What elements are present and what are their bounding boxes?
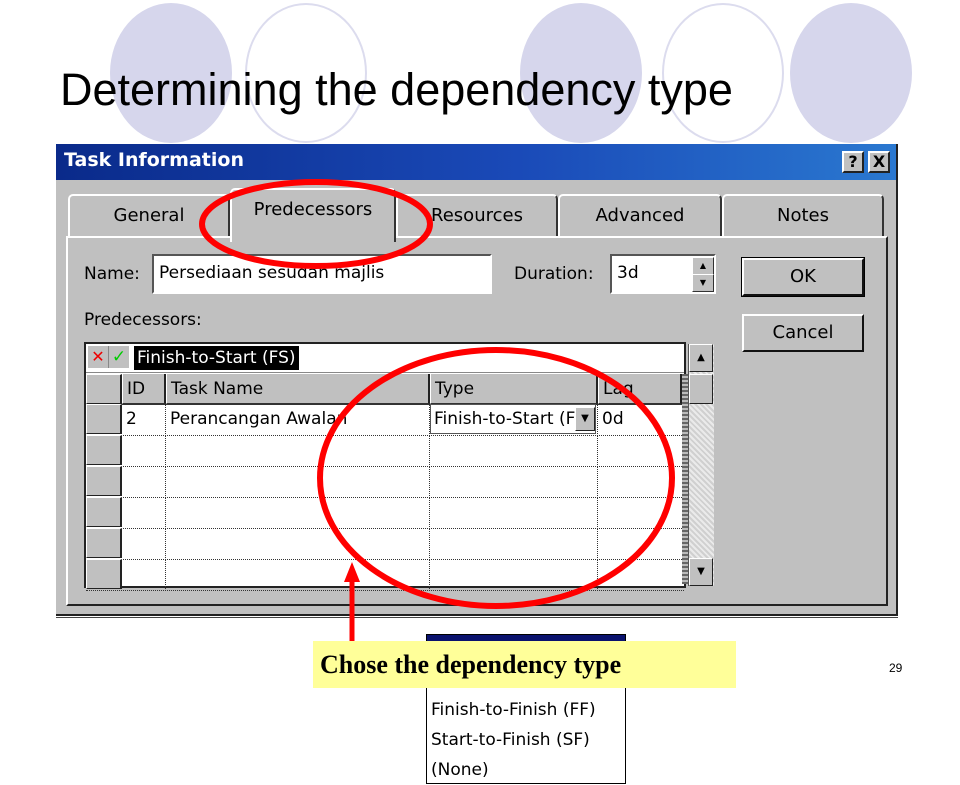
- confirm-entry-icon[interactable]: ✓: [109, 346, 129, 368]
- cell-type[interactable]: [430, 497, 598, 527]
- cell-lag[interactable]: 0d: [598, 404, 682, 434]
- dialog-title: Task Information: [64, 149, 244, 171]
- cell-task-name[interactable]: [166, 497, 430, 527]
- column-header-type[interactable]: Type: [430, 374, 598, 404]
- scroll-thumb[interactable]: [689, 374, 713, 404]
- callout-box: Chose the dependency type: [313, 641, 736, 688]
- cell-type[interactable]: Finish-to-Start (FS) ▼: [430, 404, 598, 434]
- cell-task-name[interactable]: [166, 559, 430, 589]
- table-header-row: ID Task Name Type Lag: [86, 374, 684, 405]
- divider: [56, 617, 898, 618]
- scroll-down-icon[interactable]: ▼: [689, 558, 713, 586]
- spin-up-icon[interactable]: ▲: [692, 257, 714, 275]
- table-row[interactable]: [86, 559, 684, 591]
- predecessors-label: Predecessors:: [84, 310, 202, 330]
- cell-lag[interactable]: [598, 435, 682, 465]
- cell-task-name[interactable]: [166, 435, 430, 465]
- tab-general[interactable]: General: [68, 194, 230, 238]
- spin-down-icon[interactable]: ▼: [692, 274, 714, 292]
- predecessors-table: ✕ ✓ Finish-to-Start (FS) ID Task Name Ty…: [84, 342, 714, 784]
- dropdown-option-sf[interactable]: Start-to-Finish (SF): [427, 725, 625, 755]
- cell-lag[interactable]: [598, 559, 682, 589]
- cell-id[interactable]: [122, 466, 166, 496]
- cell-id[interactable]: 2: [122, 404, 166, 434]
- slide-title: Determining the dependency type: [60, 64, 733, 115]
- entry-bar: ✕ ✓ Finish-to-Start (FS): [86, 344, 684, 373]
- column-header-task-name[interactable]: Task Name: [166, 374, 430, 404]
- type-combo-value: Finish-to-Start (FS): [434, 409, 593, 429]
- scroll-up-icon[interactable]: ▲: [689, 344, 713, 372]
- column-header-lag[interactable]: Lag: [598, 374, 682, 404]
- cell-id[interactable]: [122, 435, 166, 465]
- row-header[interactable]: [86, 497, 122, 527]
- chevron-down-icon[interactable]: ▼: [575, 407, 595, 431]
- ok-button[interactable]: OK: [741, 257, 865, 297]
- task-information-dialog: Task Information ? X General Predecessor…: [56, 144, 898, 784]
- dropdown-option-ff[interactable]: Finish-to-Finish (FF): [427, 695, 625, 725]
- duration-input[interactable]: 3d ▲ ▼: [610, 254, 716, 294]
- table-row[interactable]: [86, 497, 684, 529]
- row-header[interactable]: [86, 559, 122, 589]
- decorative-circle: [790, 3, 912, 143]
- page-number: 29: [889, 661, 903, 675]
- column-header-id[interactable]: ID: [122, 374, 166, 404]
- tab-resources[interactable]: Resources: [396, 194, 558, 238]
- cell-lag[interactable]: [598, 466, 682, 496]
- table-row[interactable]: [86, 528, 684, 560]
- vertical-scrollbar[interactable]: ▲ ▼: [688, 344, 714, 586]
- help-button[interactable]: ?: [842, 151, 864, 173]
- cell-id[interactable]: [122, 497, 166, 527]
- cell-id[interactable]: [122, 528, 166, 558]
- cell-task-name[interactable]: [166, 466, 430, 496]
- select-all-header[interactable]: [86, 374, 122, 404]
- row-header[interactable]: [86, 528, 122, 558]
- dropdown-option-none[interactable]: (None): [427, 755, 625, 785]
- cell-lag[interactable]: [598, 497, 682, 527]
- duration-label: Duration:: [514, 264, 594, 284]
- cell-type[interactable]: [430, 559, 598, 589]
- tab-predecessors[interactable]: Predecessors: [230, 188, 396, 242]
- cell-lag[interactable]: [598, 528, 682, 558]
- row-header[interactable]: [86, 404, 122, 434]
- cancel-entry-icon[interactable]: ✕: [88, 346, 109, 368]
- cell-type[interactable]: [430, 435, 598, 465]
- type-combo[interactable]: Finish-to-Start (FS) ▼: [430, 404, 596, 434]
- duration-value: 3d: [617, 263, 639, 283]
- close-button[interactable]: X: [868, 151, 890, 173]
- cell-task-name[interactable]: [166, 528, 430, 558]
- dialog-titlebar: Task Information ? X: [56, 144, 896, 180]
- name-input[interactable]: Persediaan sesudah majlis: [152, 254, 492, 294]
- cancel-button[interactable]: Cancel: [742, 314, 864, 352]
- tab-advanced[interactable]: Advanced: [558, 194, 722, 238]
- table-row[interactable]: [86, 435, 684, 467]
- entry-value[interactable]: Finish-to-Start (FS): [134, 346, 299, 370]
- cell-type[interactable]: [430, 528, 598, 558]
- cell-task-name[interactable]: Perancangan Awalan: [166, 404, 430, 434]
- table-row[interactable]: 2 Perancangan Awalan Finish-to-Start (FS) ▼…: [86, 404, 684, 436]
- name-label: Name:: [84, 264, 140, 284]
- table-row[interactable]: [86, 466, 684, 498]
- row-header[interactable]: [86, 466, 122, 496]
- cell-type[interactable]: [430, 466, 598, 496]
- tab-notes[interactable]: Notes: [722, 194, 884, 238]
- cell-id[interactable]: [122, 559, 166, 589]
- row-header[interactable]: [86, 435, 122, 465]
